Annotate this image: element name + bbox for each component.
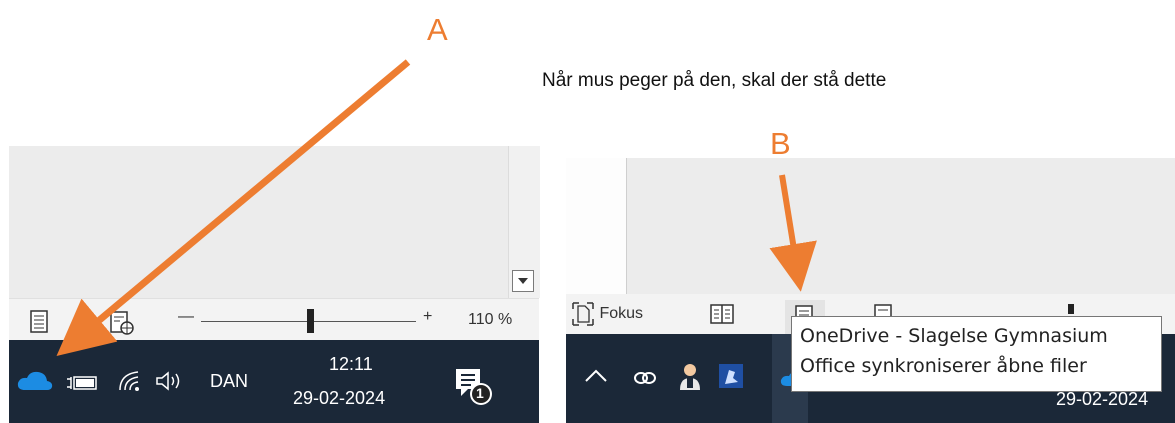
arrow-b [769,174,817,292]
arrow-a [56,59,411,356]
annotation-arrows [56,59,817,356]
